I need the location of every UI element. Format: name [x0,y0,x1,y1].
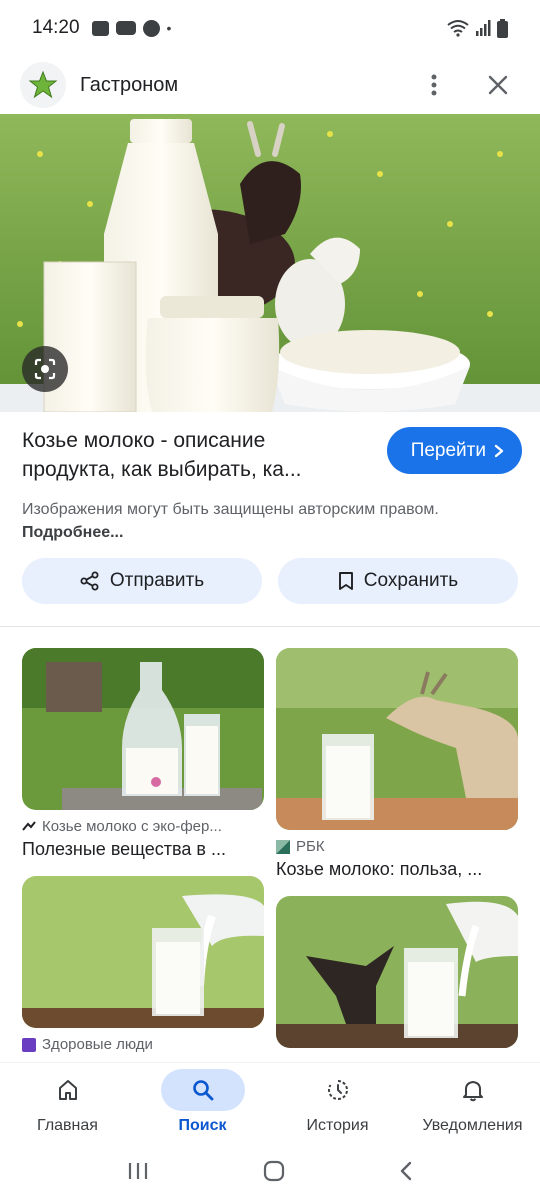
close-button[interactable] [484,71,512,99]
chevron-right-icon [494,444,504,457]
lens-search-button[interactable] [22,346,68,392]
gallery-icon [91,20,109,36]
save-label: Сохранить [363,570,459,591]
source-header: Гастроном [0,56,540,114]
bell-icon [462,1081,483,1102]
visit-label: Перейти [410,439,486,461]
nav-search-pill [160,1069,245,1111]
share-icon [80,571,99,591]
related-source: РБК [276,838,518,855]
status-dot: • [166,20,172,36]
wifi-icon [447,20,469,37]
healthy-people-favicon-icon [22,1037,36,1052]
grid-column-right: РБК Козье молоко: польза, ... [276,648,518,1062]
system-status-icons [447,18,508,38]
recent-apps-button[interactable] [127,1161,149,1186]
related-source-label: РБК [296,838,325,855]
home-system-button[interactable] [263,1160,285,1187]
search-icon [192,1080,213,1101]
related-source-label: Козье молоко с эко-фер... [42,818,222,835]
learn-more-link[interactable]: Подробнее... [22,524,123,541]
nav-history[interactable]: История [270,1063,405,1146]
bookmark-icon [338,572,353,590]
nav-notifications-pill [431,1069,515,1111]
nav-search-label: Поиск [178,1117,227,1134]
related-title: Полезные вещества в ... [22,839,226,859]
back-icon [400,1161,412,1180]
copyright-text: Изображения могут быть защищены авторски… [22,501,439,518]
related-source: Здоровые люди [22,1036,264,1053]
nav-home[interactable]: Главная [0,1063,135,1146]
related-images-grid: Козье молоко с эко-фер... Полезные вещес… [22,648,518,1062]
related-card[interactable] [276,896,518,1048]
related-card[interactable]: РБК Козье молоко: польза, ... [276,648,518,880]
rbc-favicon-icon [276,839,290,854]
main-result-image[interactable] [0,114,540,412]
related-image [22,876,264,1028]
status-time: 14:20 [32,17,80,38]
related-card[interactable]: Козье молоко с эко-фер... Полезные вещес… [22,648,264,860]
nav-notifications[interactable]: Уведомления [405,1063,540,1146]
farm-favicon-icon [22,820,36,831]
youtube-icon [115,21,136,35]
related-source-label: Здоровые люди [42,1036,153,1053]
nav-notifications-label: Уведомления [422,1117,523,1134]
recent-apps-icon [128,1162,148,1179]
more-vert-icon [431,74,437,96]
more-options-button[interactable] [420,71,448,99]
copyright-notice: Изображения могут быть защищены авторски… [22,498,442,544]
action-bar: Отправить Сохранить [22,558,518,604]
nav-home-label: Главная [37,1117,98,1134]
system-navigation-bar [0,1146,540,1200]
close-icon [488,75,508,95]
divider [0,626,540,627]
related-image [276,648,518,830]
site-logo[interactable] [20,62,66,108]
status-bar: 14:20 • [0,0,540,56]
related-source: Козье молоко с эко-фер... [22,818,264,835]
related-image [276,896,518,1048]
related-image [22,648,264,810]
related-card[interactable]: Здоровые люди [22,876,264,1053]
nav-home-pill [26,1069,110,1111]
goat-milk-photo [0,114,540,412]
result-title[interactable]: Козье молоко - описание продукта, как вы… [22,426,352,484]
history-icon [327,1080,348,1100]
nav-history-label: История [306,1117,369,1134]
back-button[interactable] [399,1160,413,1187]
home-icon [58,1080,77,1100]
nav-history-pill [296,1069,380,1111]
star-logo-icon [28,70,58,99]
save-button[interactable]: Сохранить [278,558,518,604]
home-circle-icon [263,1160,285,1181]
grid-column-left: Козье молоко с эко-фер... Полезные вещес… [22,648,264,1062]
bottom-navigation: Главная Поиск История Уведомления [0,1062,540,1146]
battery-icon [497,18,508,38]
notification-icons: • [91,19,172,37]
result-info: Козье молоко - описание продукта, как вы… [22,426,522,544]
lens-icon [34,358,56,380]
related-title: Козье молоко: польза, ... [276,859,483,879]
visit-button[interactable]: Перейти [386,427,522,474]
site-name[interactable]: Гастроном [80,74,178,97]
share-button[interactable]: Отправить [22,558,262,604]
share-label: Отправить [109,570,205,591]
signal-icon [476,20,491,36]
nav-search[interactable]: Поиск [135,1063,270,1146]
messenger-icon [142,19,160,37]
